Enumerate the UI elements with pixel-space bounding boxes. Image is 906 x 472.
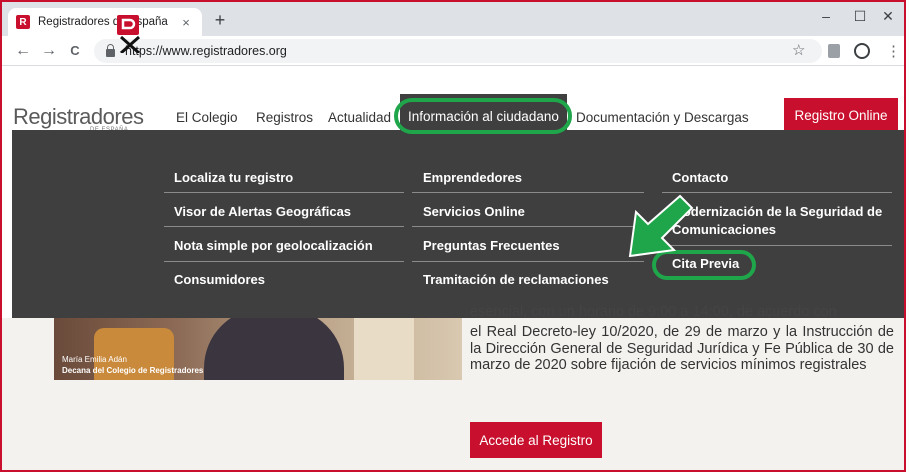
menu-localiza-registro[interactable]: Localiza tu registro: [174, 170, 293, 185]
nav-registros[interactable]: Registros: [256, 110, 313, 125]
menu-divider: [164, 261, 404, 262]
menu-divider: [164, 192, 404, 193]
registradores-logo-icon[interactable]: [115, 15, 143, 53]
address-bar[interactable]: https://www.registradores.org: [94, 39, 822, 63]
nav-el-colegio[interactable]: El Colegio: [176, 110, 238, 125]
browser-window: R Registradores de España × + – ☐ ✕ ← → …: [0, 0, 906, 472]
menu-divider: [412, 261, 644, 262]
tab-close-icon[interactable]: ×: [178, 15, 194, 30]
article-text: esencial, con un horario de 9:00 a 14:00…: [470, 304, 894, 374]
menu-divider: [412, 192, 644, 193]
bookmark-star-icon[interactable]: ☆: [792, 41, 805, 59]
nav-documentacion-descargas[interactable]: Documentación y Descargas: [576, 110, 749, 125]
new-tab-button[interactable]: +: [210, 11, 230, 29]
extension-icon[interactable]: [828, 44, 840, 58]
menu-servicios-online[interactable]: Servicios Online: [423, 204, 525, 219]
url-text: https://www.registradores.org: [125, 44, 287, 58]
menu-consumidores[interactable]: Consumidores: [174, 272, 265, 287]
menu-divider: [412, 226, 644, 227]
window-close-icon[interactable]: ✕: [868, 4, 904, 28]
article-body: el Real Decreto-ley 10/2020, de 29 de ma…: [470, 324, 894, 373]
menu-nota-simple[interactable]: Nota simple por geolocalización: [174, 238, 373, 253]
menu-visor-alertas[interactable]: Visor de Alertas Geográficas: [174, 204, 351, 219]
site-favicon-icon: R: [16, 15, 30, 29]
tab-title: Registradores de España: [38, 16, 168, 28]
lock-icon: [106, 43, 115, 57]
accede-registro-button[interactable]: Accede al Registro: [470, 422, 602, 458]
menu-tramitacion-reclamaciones[interactable]: Tramitación de reclamaciones: [423, 272, 609, 287]
highlight-ring-nav: [394, 98, 572, 134]
green-arrow-icon: [628, 194, 694, 258]
photo-background: [354, 318, 414, 380]
caption-name: María Emilia Adán: [62, 355, 127, 364]
reload-icon[interactable]: C: [64, 41, 86, 61]
menu-emprendedores[interactable]: Emprendedores: [423, 170, 522, 185]
back-icon[interactable]: ←: [12, 41, 34, 61]
browser-menu-icon[interactable]: ⋮: [886, 42, 901, 60]
dean-photo: María Emilia Adán Decana del Colegio de …: [54, 318, 462, 380]
profile-icon[interactable]: [854, 43, 870, 59]
menu-divider: [164, 226, 404, 227]
photo-caption: María Emilia Adán Decana del Colegio de …: [62, 354, 203, 376]
menu-preguntas-frecuentes[interactable]: Preguntas Frecuentes: [423, 238, 560, 253]
forward-icon[interactable]: →: [38, 41, 60, 61]
menu-contacto[interactable]: Contacto: [672, 170, 728, 185]
nav-actualidad[interactable]: Actualidad: [328, 110, 391, 125]
browser-tab[interactable]: R Registradores de España ×: [8, 8, 202, 36]
photo-person: [204, 318, 344, 380]
mega-menu: Localiza tu registro Visor de Alertas Ge…: [12, 130, 904, 318]
registro-online-button[interactable]: Registro Online: [784, 98, 898, 132]
article-clipped-line: esencial, con un horario de 9:00 a 14:00…: [470, 304, 837, 320]
caption-role: Decana del Colegio de Registradores: [62, 366, 204, 375]
